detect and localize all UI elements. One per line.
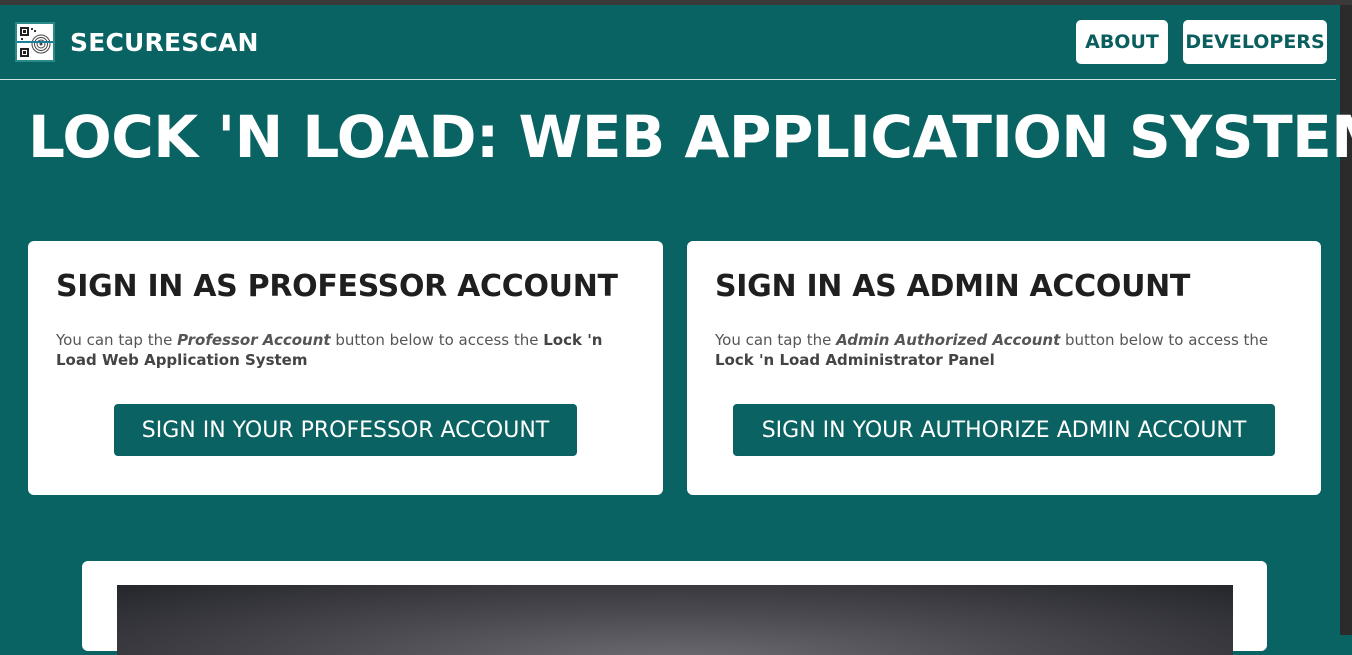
admin-desc-prefix: You can tap the — [715, 331, 837, 349]
admin-desc-target: Lock 'n Load Administrator Panel — [715, 351, 995, 369]
professor-desc-prefix: You can tap the — [56, 331, 178, 349]
professor-card-description: You can tap the Professor Account button… — [56, 330, 626, 370]
professor-desc-middle: button below to access the — [330, 331, 544, 349]
professor-signin-card: SIGN IN AS PROFESSOR ACCOUNT You can tap… — [28, 241, 663, 495]
admin-signin-button[interactable]: SIGN IN YOUR AUTHORIZE ADMIN ACCOUNT — [733, 404, 1275, 456]
developers-button[interactable]: DEVELOPERS — [1183, 20, 1327, 64]
window-right-edge — [1340, 5, 1352, 635]
brand[interactable]: SECURESCAN — [15, 22, 259, 62]
media-preview-image — [117, 585, 1233, 655]
brand-name: SECURESCAN — [70, 27, 259, 57]
admin-signin-card: SIGN IN AS ADMIN ACCOUNT You can tap the… — [687, 241, 1321, 495]
professor-card-title: SIGN IN AS PROFESSOR ACCOUNT — [56, 269, 618, 304]
about-button[interactable]: ABOUT — [1076, 20, 1168, 64]
admin-desc-emphasis: Admin Authorized Account — [836, 331, 1061, 349]
page-title: LOCK 'N LOAD: WEB APPLICATION SYSTEM — [28, 103, 1352, 171]
admin-desc-middle: button below to access the — [1060, 331, 1269, 349]
professor-signin-button[interactable]: SIGN IN YOUR PROFESSOR ACCOUNT — [114, 404, 577, 456]
navbar: SECURESCAN ABOUT DEVELOPERS — [0, 5, 1336, 80]
admin-card-description: You can tap the Admin Authorized Account… — [715, 330, 1285, 370]
qr-fingerprint-logo-icon — [15, 22, 55, 62]
professor-desc-emphasis: Professor Account — [177, 331, 331, 349]
media-panel — [82, 561, 1267, 655]
admin-card-title: SIGN IN AS ADMIN ACCOUNT — [715, 269, 1191, 304]
